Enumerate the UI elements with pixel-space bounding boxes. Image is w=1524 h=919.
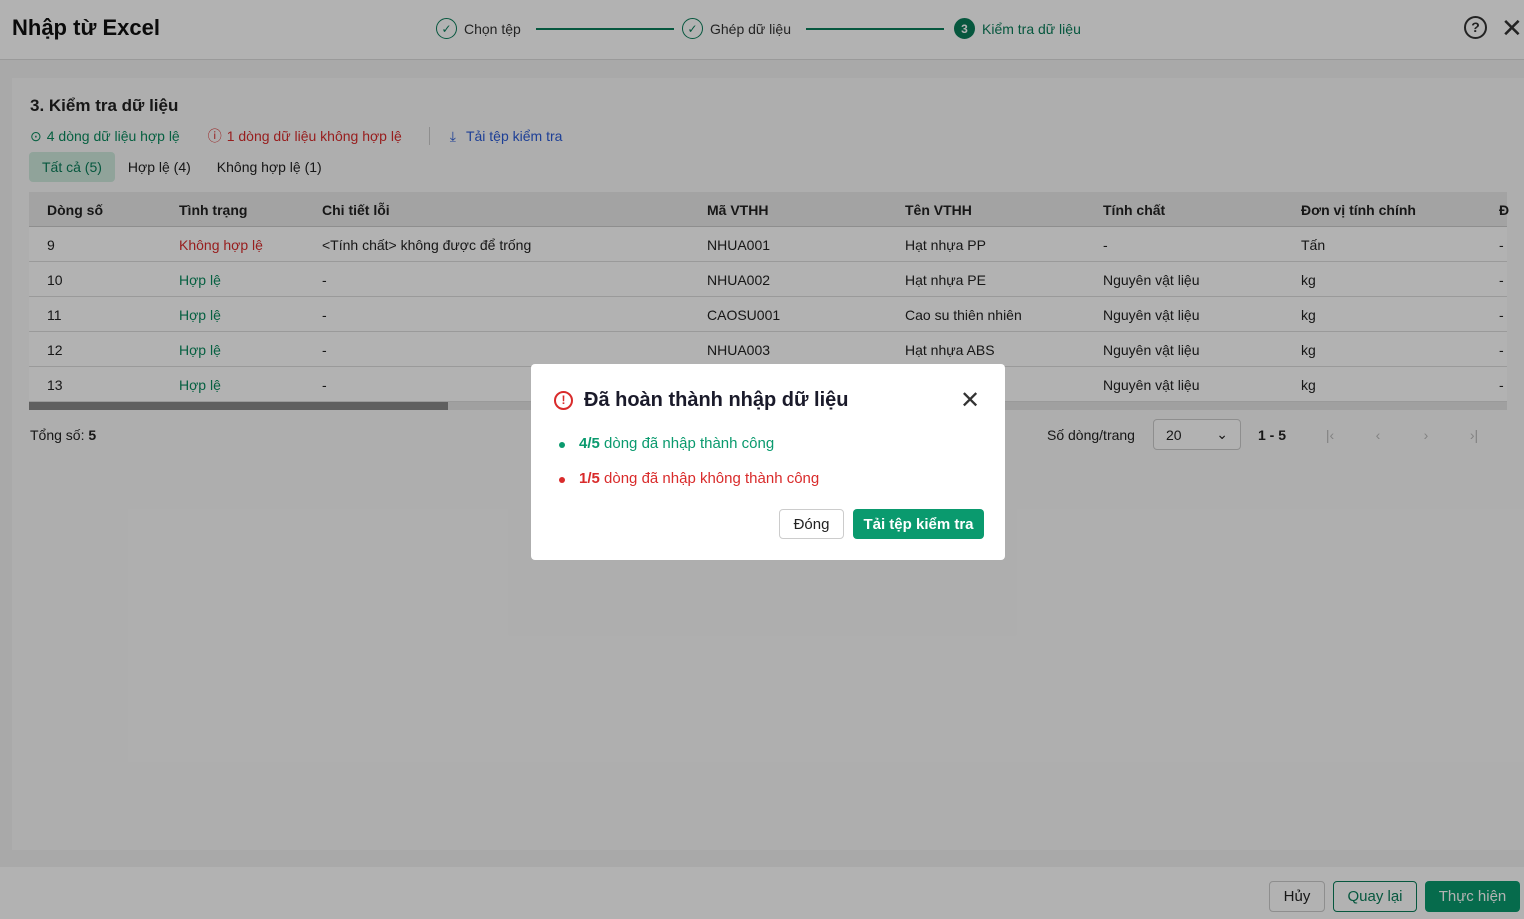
dialog-title: Đã hoàn thành nhập dữ liệu — [584, 389, 849, 411]
close-icon[interactable]: ✕ — [960, 386, 980, 415]
bullet — [559, 477, 565, 483]
fail-count: 1/5 — [579, 470, 600, 487]
import-complete-dialog: ! Đã hoàn thành nhập dữ liệu ✕ 4/5 dòng … — [531, 364, 1005, 560]
fail-line: 1/5 dòng đã nhập không thành công — [559, 470, 820, 487]
success-text: dòng đã nhập thành công — [604, 435, 775, 452]
download-check-file-button[interactable]: Tải tệp kiểm tra — [853, 509, 984, 539]
alert-icon: ! — [554, 391, 573, 410]
close-button[interactable]: Đóng — [779, 509, 844, 539]
success-line: 4/5 dòng đã nhập thành công — [559, 435, 775, 452]
success-count: 4/5 — [579, 435, 600, 452]
bullet — [559, 442, 565, 448]
fail-text: dòng đã nhập không thành công — [604, 470, 820, 487]
